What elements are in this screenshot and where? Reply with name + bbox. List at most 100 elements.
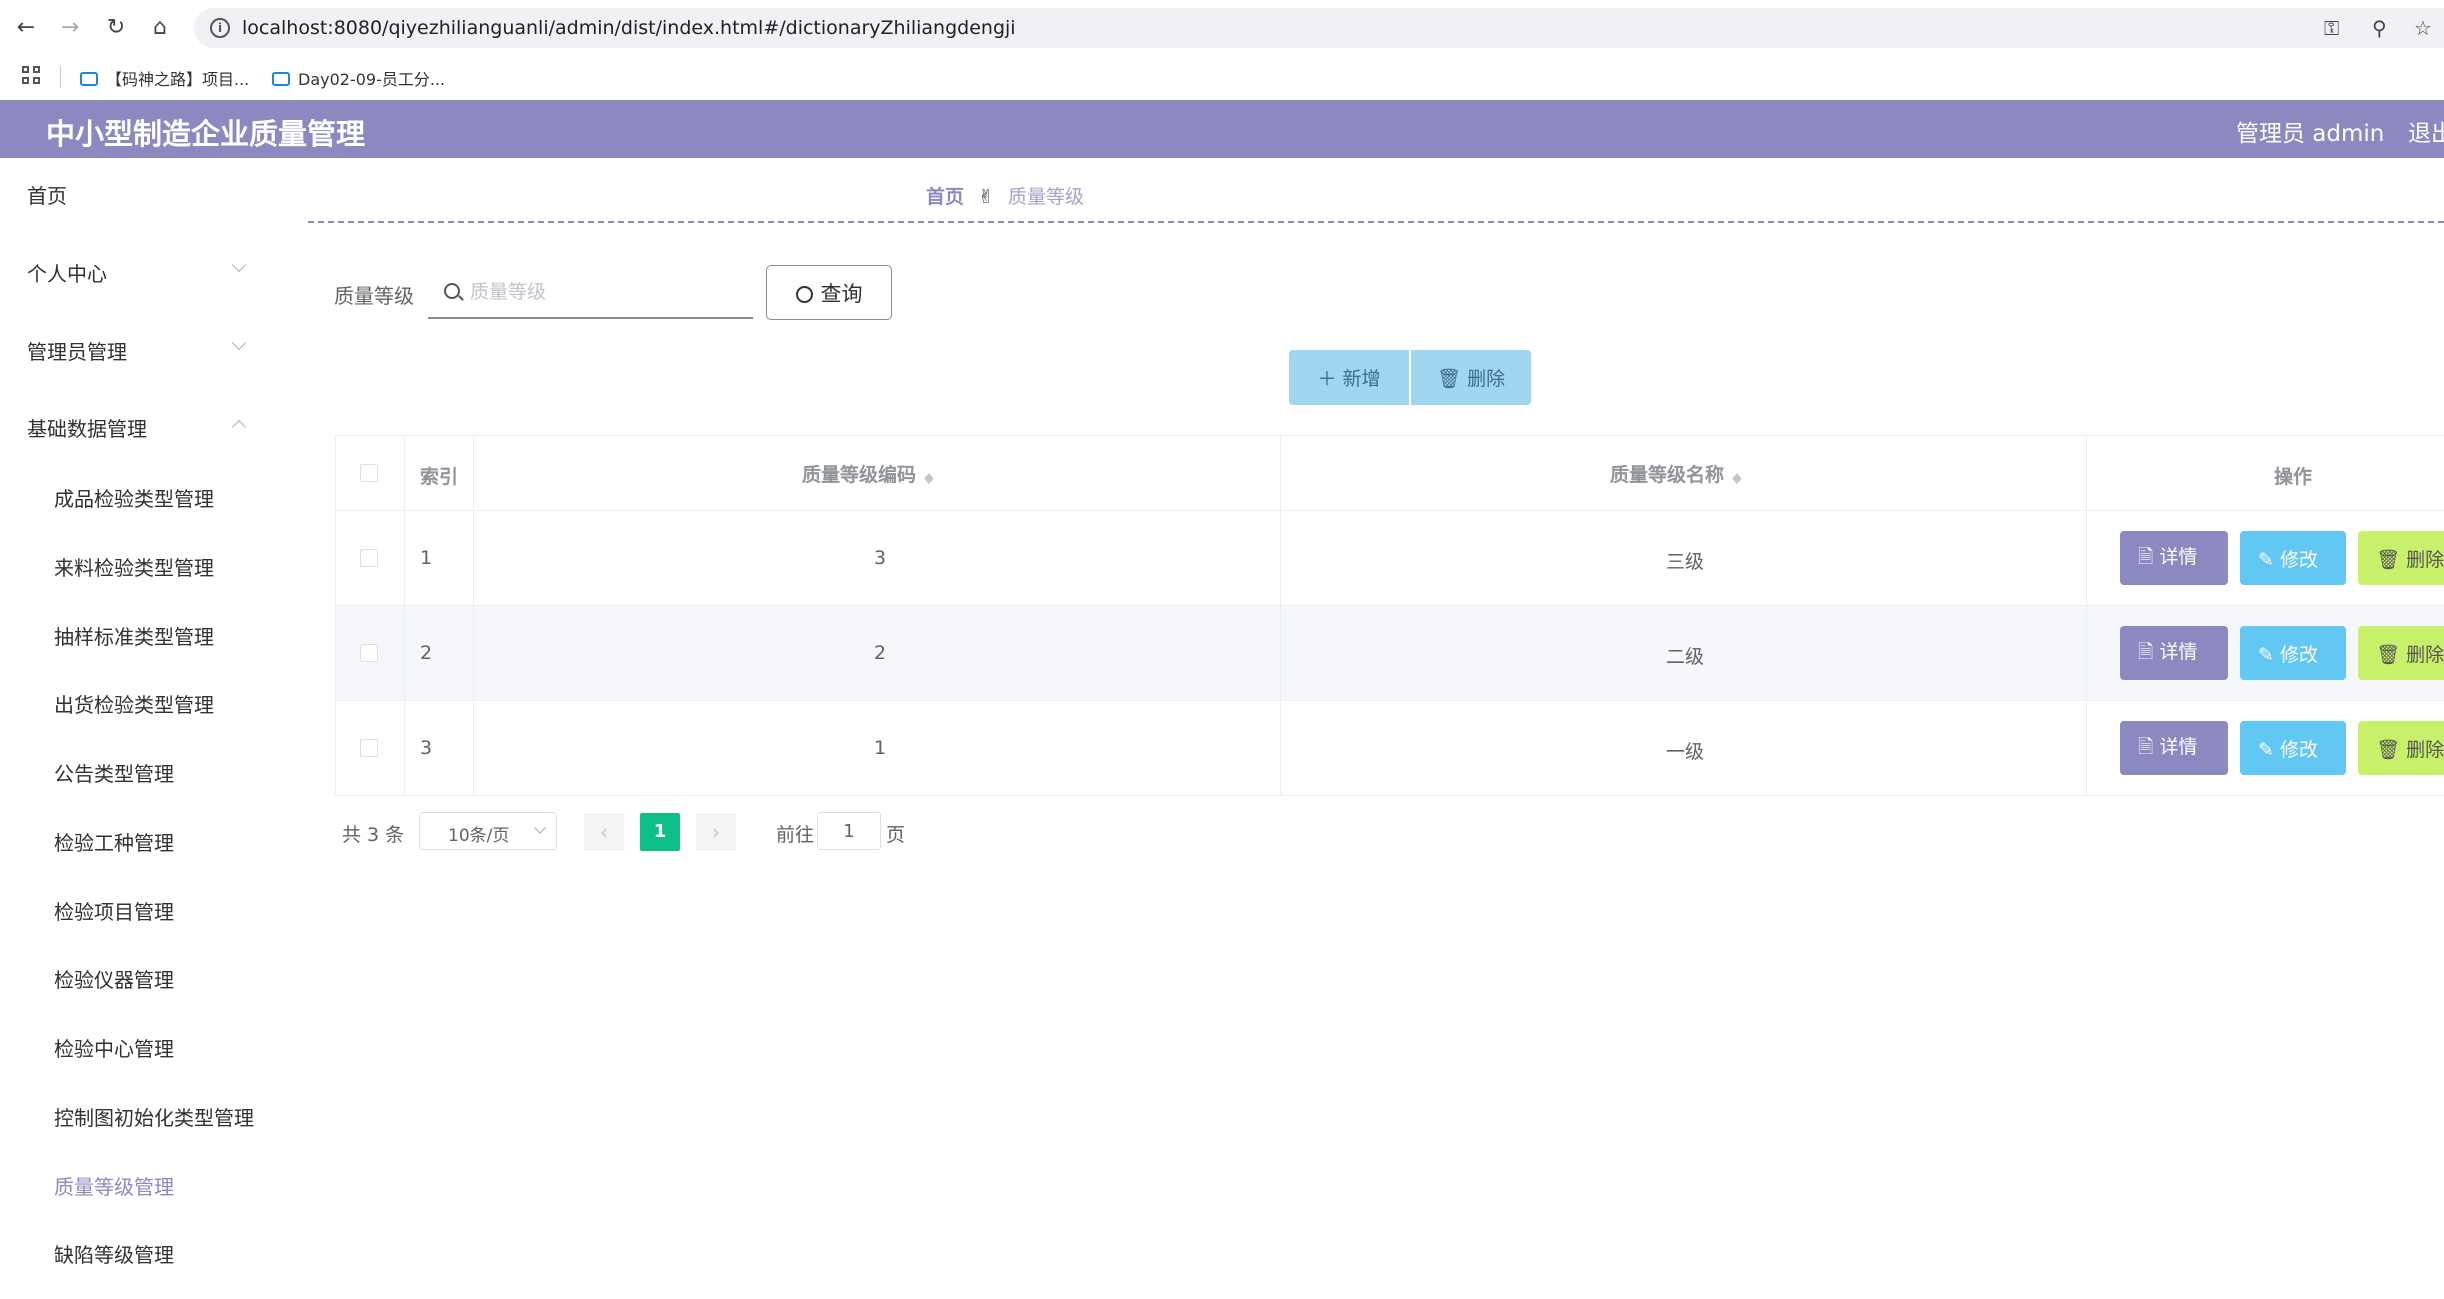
batch-delete-button[interactable]: 🗑 删除	[1411, 350, 1531, 405]
sidebar-item-defect-grade[interactable]: 缺陷等级管理	[54, 1239, 174, 1268]
page-size-select[interactable]: 10条/页	[419, 812, 557, 850]
breadcrumb-home[interactable]: 首页	[926, 186, 964, 208]
password-key-icon[interactable]: ⚿	[2324, 16, 2339, 40]
search-input[interactable]	[470, 278, 740, 306]
page-number-active[interactable]: 1	[640, 813, 680, 851]
cell-index: 2	[420, 642, 433, 664]
cell-code: 3	[874, 547, 887, 569]
bilibili-icon	[80, 72, 98, 86]
sidebar-group-basic-data[interactable]: 基础数据管理	[27, 413, 147, 442]
column-header-code-label: 质量等级编码	[802, 464, 917, 486]
query-button[interactable]: 查询	[766, 265, 892, 320]
edit-label: 修改	[2279, 738, 2318, 761]
logout-link[interactable]: 退出	[2408, 114, 2444, 148]
address-bar[interactable]: i localhost:8080/qiyezhilianguanli/admin…	[194, 8, 2444, 48]
sidebar-group-personal-center[interactable]: 个人中心	[27, 258, 107, 287]
bookmark-item[interactable]: Day02-09-员工分...	[272, 66, 445, 90]
delete-button[interactable]: 🗑 删除	[2358, 721, 2444, 775]
chevron-down-icon	[231, 335, 247, 351]
bookmark-label: 【码神之路】项目...	[106, 70, 250, 89]
add-button[interactable]: ＋ 新增	[1289, 350, 1409, 405]
column-divider	[2086, 436, 2087, 796]
search-label: 质量等级	[334, 284, 414, 308]
detail-button[interactable]: 🗎 详情	[2120, 721, 2228, 775]
cell-code: 1	[874, 737, 887, 759]
column-header-actions: 操作	[2274, 466, 2313, 488]
edit-button[interactable]: ✎ 修改	[2240, 531, 2346, 585]
forward-arrow-icon[interactable]: →	[56, 14, 84, 42]
sidebar-item-incoming-inspection-type[interactable]: 来料检验类型管理	[54, 552, 214, 581]
select-all-checkbox[interactable]	[360, 464, 378, 482]
sidebar-item-inspection-instrument[interactable]: 检验仪器管理	[54, 964, 174, 993]
detail-button[interactable]: 🗎 详情	[2120, 531, 2228, 585]
star-icon[interactable]: ☆	[2414, 16, 2432, 40]
bilibili-icon	[272, 72, 290, 86]
trash-icon: 🗑	[1436, 368, 1462, 390]
delete-label: 删除	[2406, 738, 2444, 761]
home-icon[interactable]: ⌂	[146, 14, 174, 42]
url-text[interactable]: localhost:8080/qiyezhilianguanli/admin/d…	[242, 17, 1016, 39]
sidebar-item-notice-type[interactable]: 公告类型管理	[54, 758, 174, 787]
goto-suffix: 页	[886, 824, 906, 846]
cell-code: 2	[874, 642, 887, 664]
delete-button[interactable]: 🗑 删除	[2358, 626, 2444, 680]
table-header-row: 索引 质量等级编码 质量等级名称 操作	[336, 436, 2444, 511]
edit-button[interactable]: ✎ 修改	[2240, 721, 2346, 775]
cell-index: 3	[420, 737, 433, 759]
detail-label: 详情	[2159, 640, 2198, 663]
reload-icon[interactable]: ↻	[102, 14, 130, 42]
column-header-name-label: 质量等级名称	[1610, 464, 1725, 486]
delete-label: 删除	[2406, 548, 2444, 571]
next-page-button[interactable]: ›	[696, 813, 736, 851]
sidebar-item-inspection-center[interactable]: 检验中心管理	[54, 1033, 174, 1062]
column-divider	[473, 436, 474, 796]
sidebar-item-inspection-item[interactable]: 检验项目管理	[54, 896, 174, 925]
back-arrow-icon[interactable]: ←	[12, 14, 40, 42]
column-header-name[interactable]: 质量等级名称	[1610, 460, 1743, 487]
table-row: 3 1 一级 🗎 详情 ✎ 修改 🗑 删除	[336, 701, 2444, 796]
breadcrumb-current: 质量等级	[1007, 186, 1084, 208]
breadcrumb-divider	[308, 221, 2444, 223]
column-divider	[1280, 436, 1281, 796]
bookmark-item[interactable]: 【码神之路】项目...	[80, 66, 249, 90]
browser-toolbar: ← → ↻ ⌂ i localhost:8080/qiyezhilianguan…	[0, 0, 2444, 56]
cell-name: 三级	[1666, 551, 1705, 573]
chevron-up-icon	[231, 419, 247, 435]
edit-button[interactable]: ✎ 修改	[2240, 626, 2346, 680]
query-button-label: 查询	[820, 281, 863, 306]
column-header-code[interactable]: 质量等级编码	[802, 460, 935, 487]
column-header-index: 索引	[420, 466, 459, 488]
sidebar-item-sampling-standard-type[interactable]: 抽样标准类型管理	[54, 621, 214, 650]
sidebar-item-finished-inspection-type[interactable]: 成品检验类型管理	[54, 483, 214, 512]
goto-label: 前往	[776, 824, 815, 846]
batch-delete-label: 删除	[1467, 368, 1506, 390]
app-title: 中小型制造企业质量管理	[46, 117, 366, 151]
row-checkbox[interactable]	[360, 644, 378, 662]
sidebar: 首页 个人中心 管理员管理 基础数据管理 成品检验类型管理 来料检验类型管理 抽…	[0, 158, 268, 1299]
cell-index: 1	[420, 547, 433, 569]
sidebar-item-home[interactable]: 首页	[27, 180, 67, 209]
sidebar-group-admin-management[interactable]: 管理员管理	[27, 336, 127, 365]
prev-page-button[interactable]: ‹	[584, 813, 624, 851]
sort-icon[interactable]	[1732, 467, 1743, 485]
detail-button[interactable]: 🗎 详情	[2120, 626, 2228, 680]
search-field[interactable]	[428, 266, 753, 319]
detail-label: 详情	[2159, 545, 2198, 568]
sidebar-item-quality-grade[interactable]: 质量等级管理	[54, 1171, 174, 1200]
search-icon	[444, 283, 460, 299]
info-icon[interactable]: i	[210, 18, 230, 38]
admin-user-label: 管理员 admin	[2236, 121, 2385, 147]
zoom-icon[interactable]: ⚲	[2372, 16, 2387, 40]
bookmark-divider	[60, 66, 61, 88]
goto-page-input[interactable]	[817, 812, 881, 850]
apps-grid-icon[interactable]	[22, 66, 42, 86]
sort-icon[interactable]	[924, 467, 935, 485]
row-checkbox[interactable]	[360, 739, 378, 757]
delete-label: 删除	[2406, 643, 2444, 666]
sidebar-item-control-chart-init-type[interactable]: 控制图初始化类型管理	[54, 1102, 254, 1131]
row-checkbox[interactable]	[360, 549, 378, 567]
sidebar-item-inspection-job-type[interactable]: 检验工种管理	[54, 827, 174, 856]
delete-button[interactable]: 🗑 删除	[2358, 531, 2444, 585]
bookmark-label: Day02-09-员工分...	[298, 70, 446, 89]
sidebar-item-outgoing-inspection-type[interactable]: 出货检验类型管理	[54, 689, 214, 718]
